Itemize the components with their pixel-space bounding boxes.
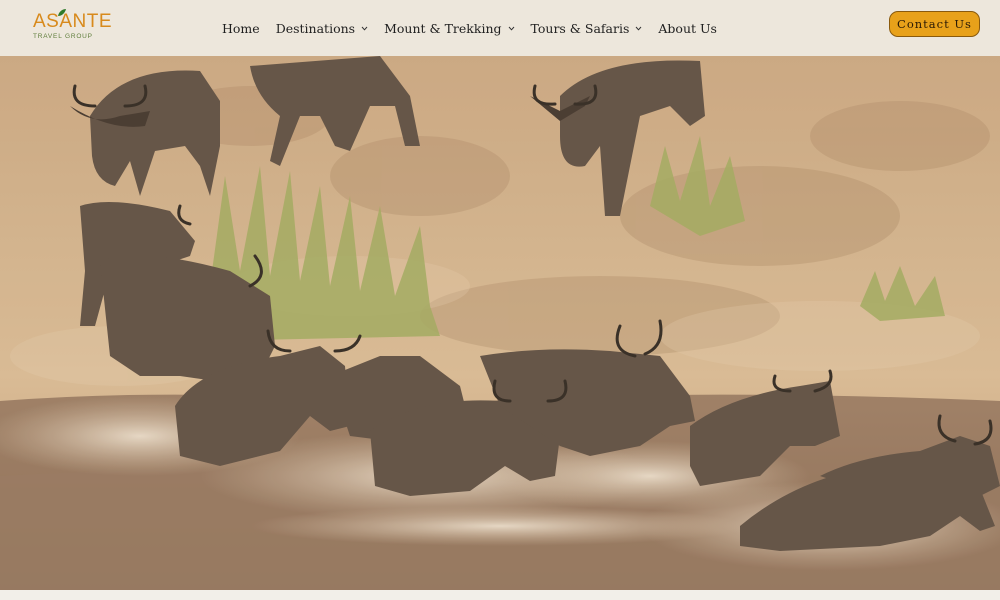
nav-item-label: Mount & Trekking [384,20,502,36]
contact-us-button[interactable]: Contact Us [889,11,980,37]
chevron-down-icon [508,26,514,31]
brand-logo[interactable]: ASANTE TRAVEL GROUP [33,9,113,44]
nav-item-mount-trekking[interactable]: Mount & Trekking [384,21,514,36]
main-nav: Home Destinations Mount & Trekking Tours… [222,0,733,56]
nav-item-label: About Us [658,20,717,36]
nav-item-about-us[interactable]: About Us [658,21,717,36]
chevron-down-icon [636,26,642,31]
nav-item-home[interactable]: Home [222,21,260,36]
nav-item-label: Tours & Safaris [530,20,630,36]
hero-image [0,56,1000,590]
brand-name: ASANTE [33,11,113,32]
nav-item-tours-safaris[interactable]: Tours & Safaris [531,21,643,36]
page-bottom-strip [0,590,1000,600]
chevron-down-icon [361,26,368,31]
nav-item-label: Home [222,20,260,36]
wildebeest-river-crossing-photo [0,56,1000,590]
nav-item-label: Destinations [275,20,356,36]
nav-item-destinations[interactable]: Destinations [276,21,368,36]
brand-tagline: TRAVEL GROUP [33,33,93,40]
site-header: ASANTE TRAVEL GROUP Home Destinations Mo… [0,0,1000,56]
